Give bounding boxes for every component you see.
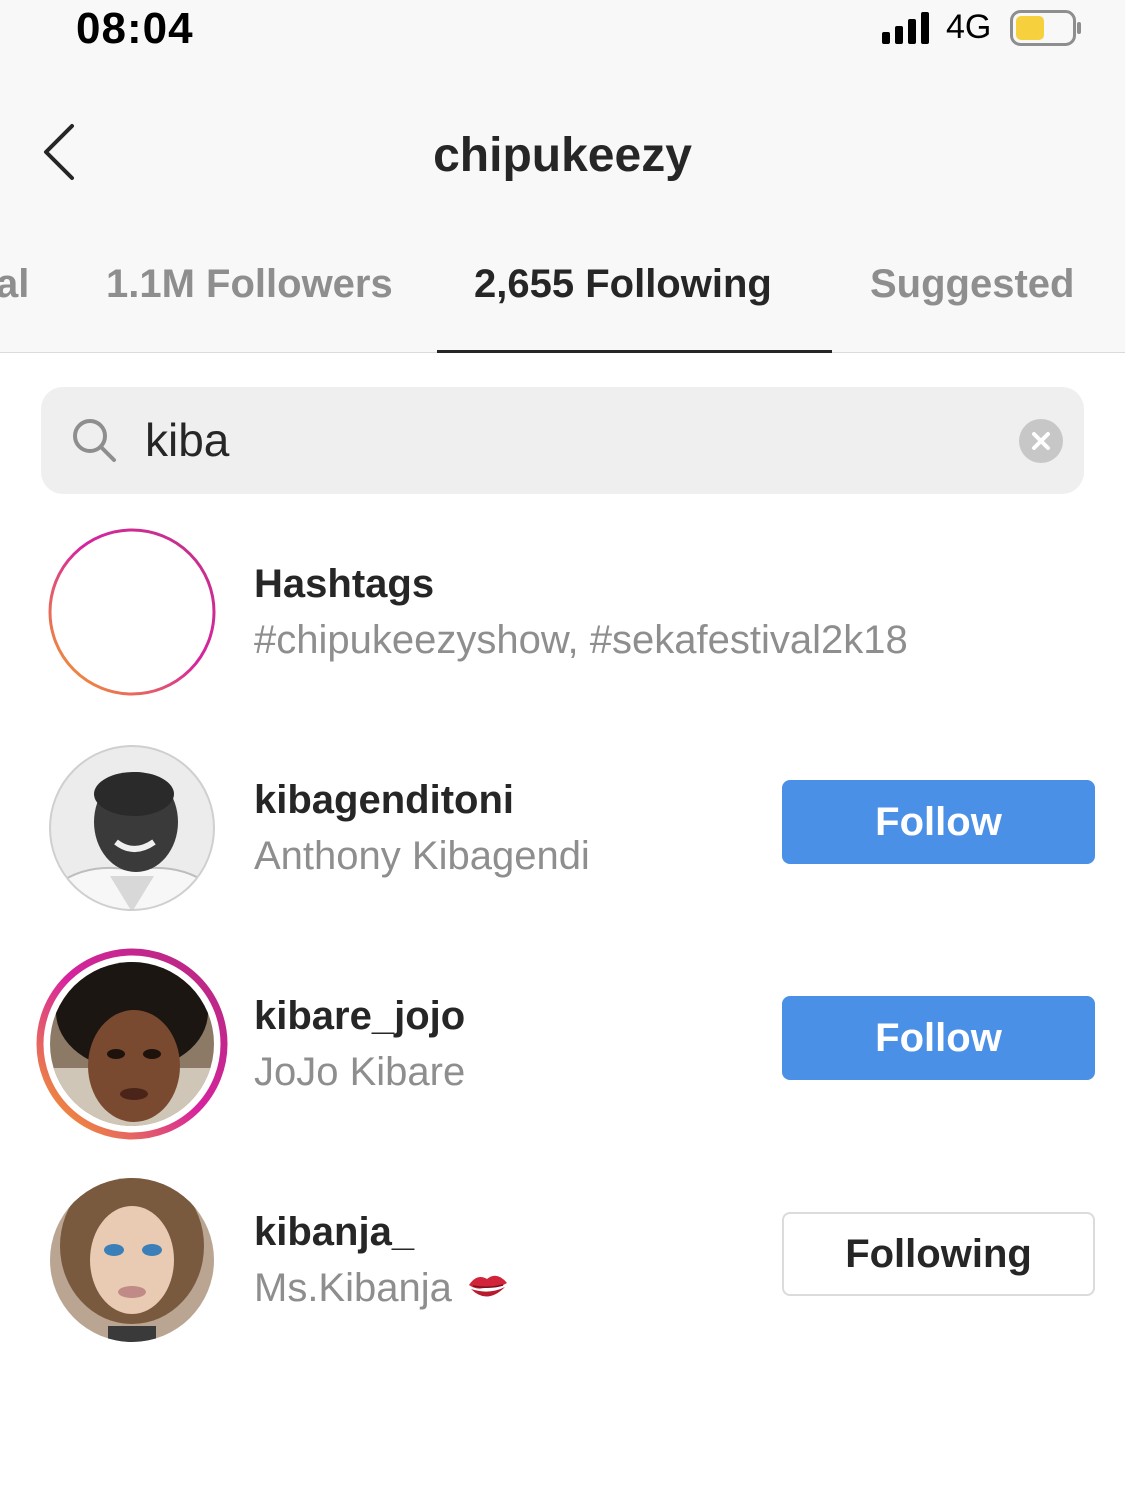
- avatar-story-ring[interactable]: [36, 948, 228, 1140]
- page-title: chipukeezy: [433, 129, 692, 182]
- tab-following[interactable]: 2,655 Following: [474, 262, 772, 307]
- username: kibare_jojo: [254, 994, 466, 1038]
- full-name: JoJo Kibare: [254, 1050, 466, 1094]
- tab-suggested[interactable]: Suggested: [870, 262, 1074, 307]
- username: kibanja_: [254, 1210, 415, 1254]
- full-name-text: Ms.Kibanja: [254, 1266, 452, 1310]
- full-name: Anthony Kibagendi: [254, 834, 590, 878]
- search-icon: [73, 419, 116, 462]
- following-button[interactable]: Following: [782, 1212, 1095, 1296]
- hashtags-list: #chipukeezyshow, #sekafestival2k18: [254, 618, 908, 662]
- hashtag-icon: [48, 528, 216, 696]
- avatar: [50, 1178, 214, 1342]
- hashtags-row[interactable]: Hashtags #chipukeezyshow, #sekafestival2…: [0, 528, 1125, 698]
- tab-bar: al 1.1M Followers 2,655 Following Sugges…: [0, 262, 1125, 322]
- full-name: Ms.Kibanja: [254, 1266, 511, 1311]
- list-item[interactable]: kibanja_ Ms.Kibanja Following: [0, 1176, 1125, 1346]
- active-tab-indicator: [437, 350, 832, 353]
- follow-button[interactable]: Follow: [782, 780, 1095, 864]
- hashtags-title: Hashtags: [254, 562, 435, 606]
- tab-mutual[interactable]: al: [0, 262, 29, 307]
- list-item[interactable]: kibare_jojo JoJo Kibare Follow: [0, 946, 1125, 1142]
- kiss-mark-icon: [469, 1275, 507, 1297]
- network-type: 4G: [946, 8, 992, 46]
- status-time: 08:04: [76, 4, 194, 53]
- list-item[interactable]: kibagenditoni Anthony Kibagendi Follow: [0, 744, 1125, 914]
- signal-icon: [882, 12, 929, 44]
- clear-icon[interactable]: [1019, 419, 1063, 463]
- follow-button[interactable]: Follow: [782, 996, 1095, 1080]
- avatar: [49, 745, 215, 911]
- search-bar: [41, 387, 1084, 494]
- tab-followers[interactable]: 1.1M Followers: [106, 262, 393, 307]
- search-input[interactable]: [145, 405, 965, 475]
- username: kibagenditoni: [254, 778, 514, 822]
- battery-icon: [1010, 10, 1081, 46]
